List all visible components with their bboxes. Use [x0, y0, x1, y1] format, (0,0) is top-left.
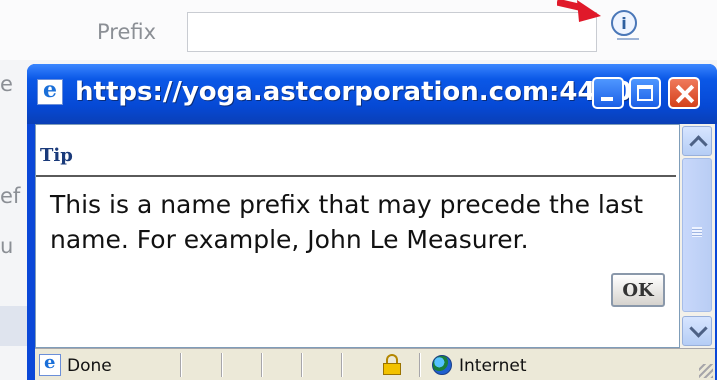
annotation-arrow-icon	[557, 0, 601, 22]
scroll-thumb[interactable]	[682, 158, 712, 312]
security-zone-label: Internet	[459, 356, 527, 376]
scroll-down-button[interactable]	[682, 316, 712, 346]
tip-content: Tip This is a name prefix that may prece…	[35, 124, 680, 348]
background-text-fragment: e	[0, 72, 13, 96]
maximize-button[interactable]	[629, 77, 661, 109]
resize-grip[interactable]	[699, 364, 713, 378]
status-bar: Done Internet	[35, 348, 715, 380]
status-separator	[261, 353, 263, 377]
status-separator	[221, 353, 223, 377]
globe-icon	[432, 355, 452, 375]
window-client-area: Tip This is a name prefix that may prece…	[35, 124, 715, 380]
tip-divider	[36, 175, 676, 177]
background-text-fragment: u	[0, 234, 14, 258]
status-separator	[419, 353, 421, 377]
internet-explorer-icon	[37, 77, 63, 105]
prefix-label: Prefix	[97, 20, 157, 44]
status-text: Done	[67, 356, 112, 376]
info-icon[interactable]: i	[611, 10, 639, 40]
status-separator	[341, 353, 343, 377]
background-text-fragment: ef	[0, 184, 21, 208]
scroll-up-button[interactable]	[682, 126, 712, 156]
close-button[interactable]	[668, 77, 700, 109]
tip-popup-window: https://yoga.astcorporation.com:4450... …	[27, 64, 717, 380]
page-icon	[39, 352, 61, 376]
prefix-input[interactable]	[187, 12, 597, 52]
minimize-button[interactable]	[592, 77, 624, 109]
vertical-scrollbar[interactable]	[680, 124, 715, 348]
status-separator	[180, 353, 182, 377]
status-separator	[301, 353, 303, 377]
tip-header: Tip	[36, 137, 676, 177]
tip-title: Tip	[40, 145, 73, 166]
ok-button[interactable]: OK	[611, 273, 665, 307]
window-titlebar[interactable]: https://yoga.astcorporation.com:4450...	[27, 64, 717, 124]
window-title: https://yoga.astcorporation.com:4450...	[75, 77, 662, 107]
lock-icon	[383, 354, 401, 376]
tip-body-text: This is a name prefix that may precede t…	[50, 190, 644, 254]
